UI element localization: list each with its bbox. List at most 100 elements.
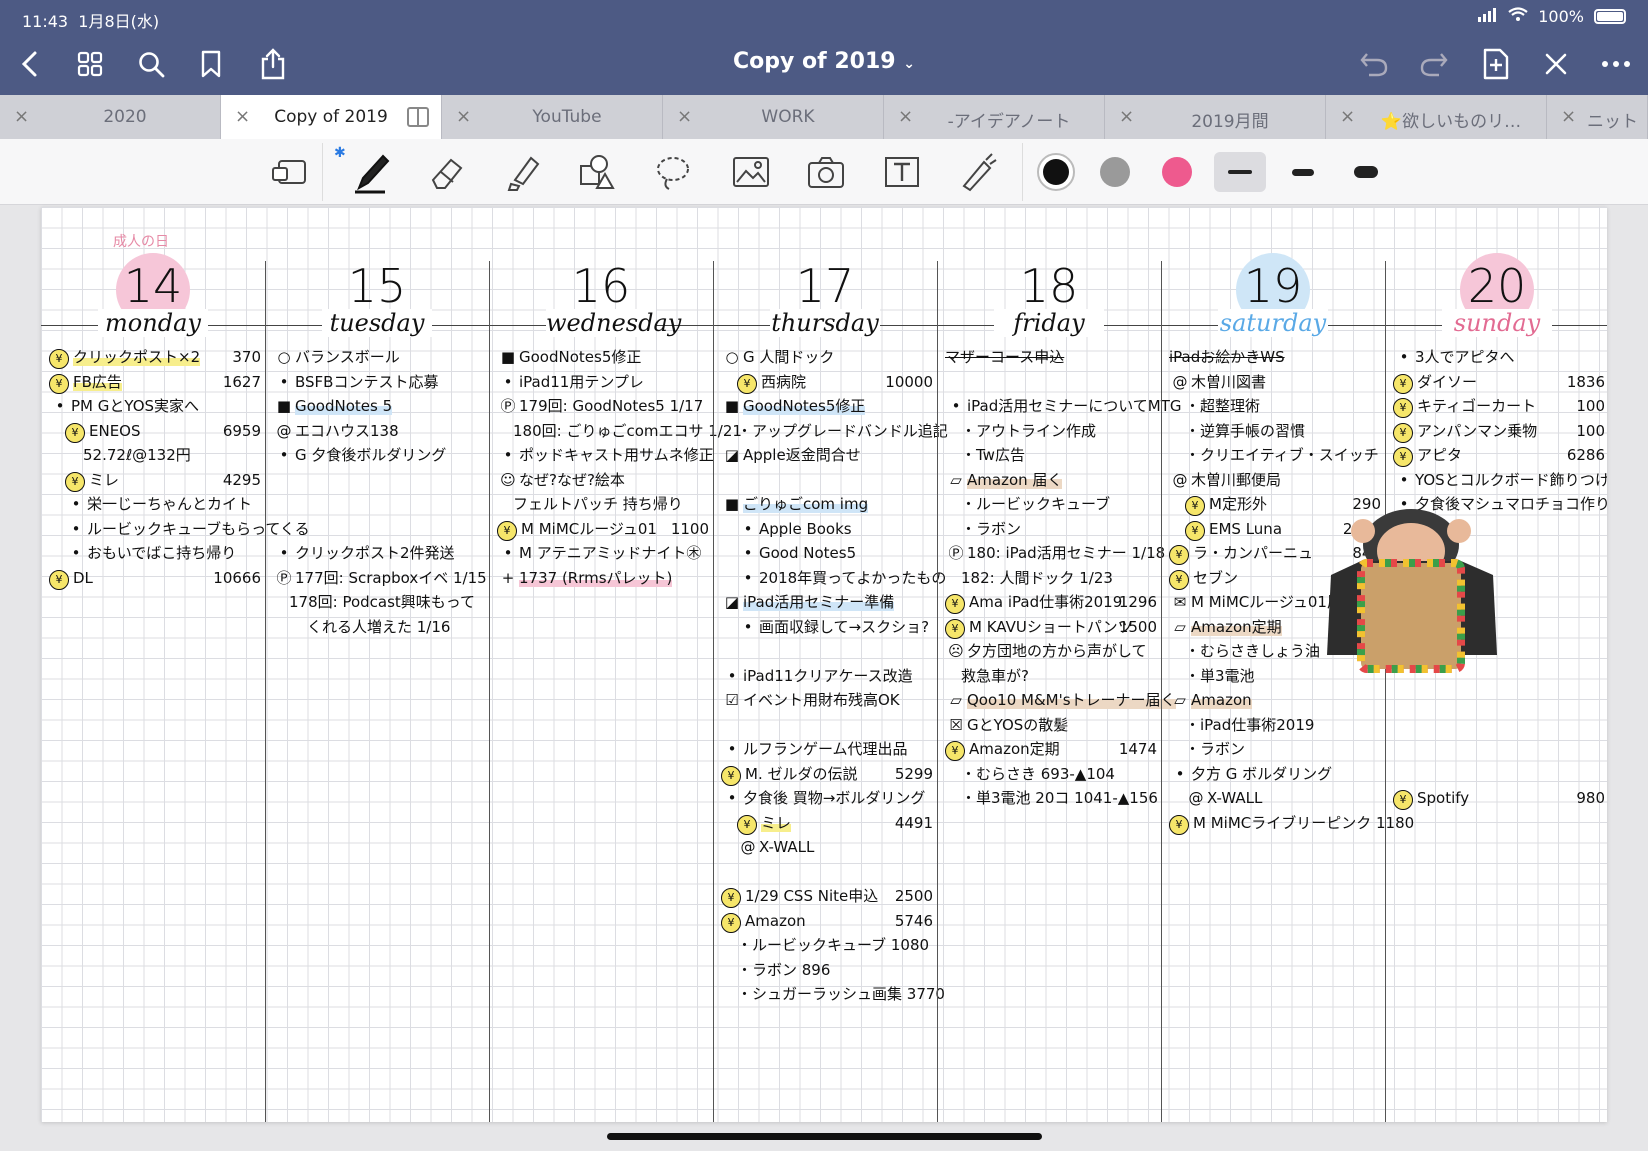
entry-text: Amazon定期 bbox=[969, 740, 1060, 758]
tab-youtube[interactable]: × YouTube bbox=[442, 95, 663, 139]
close-tab-icon[interactable]: × bbox=[456, 106, 471, 127]
split-view-icon[interactable] bbox=[407, 107, 429, 127]
entry-text: 177回: Scrapboxイベ 1/15 bbox=[295, 568, 487, 587]
entry-text: フェルトパッチ 持ち帰り bbox=[513, 495, 683, 513]
more-icon[interactable] bbox=[1598, 46, 1634, 82]
weekday-name: friday bbox=[994, 309, 1104, 337]
close-tab-icon[interactable]: × bbox=[14, 106, 29, 127]
journal-entry: ・ルービックキューブ bbox=[945, 492, 1157, 517]
yen-icon: ¥ bbox=[737, 814, 757, 835]
bullet-icon: • bbox=[71, 544, 81, 562]
entry-text: ミレ bbox=[761, 813, 792, 832]
document-title[interactable]: Copy of 2019 ⌄ bbox=[0, 49, 1648, 74]
journal-entry: ▱ Amazon bbox=[1169, 688, 1381, 713]
tab-2019-monthly[interactable]: × 2019月間 bbox=[1105, 95, 1326, 139]
lasso-icon[interactable] bbox=[650, 149, 696, 195]
entry-text: 179回: GoodNotes5 1/17 bbox=[519, 397, 704, 415]
entry-text: iPad活用セミナー準備 bbox=[743, 593, 895, 611]
journal-entry: ■ ごりゅごcom img bbox=[721, 492, 933, 517]
journal-entry bbox=[1393, 688, 1605, 713]
zoom-window-icon[interactable] bbox=[266, 149, 312, 195]
tool-bar: ✱ bbox=[0, 139, 1648, 205]
entry-text: M KAVUショートパンツ bbox=[969, 617, 1133, 636]
highlighter-icon[interactable] bbox=[498, 149, 544, 195]
close-tab-icon[interactable]: × bbox=[1561, 106, 1576, 127]
tab-work[interactable]: × WORK bbox=[663, 95, 884, 139]
bullet-icon: • bbox=[727, 789, 737, 807]
entry-text: ・シュガーラッシュ画集 3770 bbox=[737, 985, 945, 1003]
entry-amount: 4295 bbox=[222, 470, 261, 489]
journal-entry: • M アテニアミッドナイト㊍ bbox=[497, 541, 709, 566]
stroke-thick[interactable] bbox=[1340, 152, 1392, 192]
journal-entry: • Apple Books bbox=[721, 517, 933, 542]
journal-entry: ¥ FB広告 1627 bbox=[49, 370, 261, 395]
bullet-icon: ▱ bbox=[1174, 691, 1186, 709]
image-icon[interactable] bbox=[728, 149, 774, 195]
close-tab-icon[interactable]: × bbox=[1119, 106, 1134, 127]
color-pink[interactable] bbox=[1162, 157, 1192, 187]
entry-text: くれる人増えた 1/16 bbox=[307, 617, 451, 636]
color-black-selected[interactable] bbox=[1037, 153, 1075, 191]
journal-entry: ☑ イベント用財布残高OK bbox=[721, 688, 933, 713]
entry-text: 夕食後 買物→ボルダリング bbox=[743, 789, 926, 807]
journal-entry: ・アップグレードバンドル追記 bbox=[721, 419, 948, 444]
entry-amount: 4491 bbox=[894, 813, 933, 832]
close-tab-icon[interactable]: × bbox=[898, 106, 913, 127]
status-right: 100% bbox=[1478, 7, 1626, 26]
redo-icon[interactable] bbox=[1416, 46, 1452, 82]
laser-pointer-icon[interactable] bbox=[955, 149, 1001, 195]
pen-icon[interactable] bbox=[348, 149, 394, 195]
stroke-medium[interactable] bbox=[1277, 152, 1329, 192]
journal-entry: ◪ iPad活用セミナー準備 bbox=[721, 590, 933, 615]
bullet-icon: • bbox=[503, 544, 513, 562]
entry-text: 3人でアピタへ bbox=[1415, 348, 1515, 366]
eraser-icon[interactable] bbox=[424, 149, 470, 195]
yen-icon: ¥ bbox=[1393, 398, 1413, 418]
entry-text: iPad11用テンプレ bbox=[519, 372, 644, 391]
planner-page[interactable]: 成人の日 14 monday ¥ クリックポスト×2 370 ¥ FB広告 1627 • PM Gと… bbox=[41, 207, 1607, 1122]
day-column-thursday: 17 thursday ○ G 人間ドック ¥ 西病院 10000 ■ GoodNotes5修正… bbox=[713, 207, 948, 1122]
bullet-icon: • bbox=[727, 740, 737, 758]
entry-text: FB広告 bbox=[73, 372, 122, 391]
entry-text: ・ラボン bbox=[961, 519, 1022, 538]
camera-icon[interactable] bbox=[803, 149, 849, 195]
tab-knit[interactable]: × ニット bbox=[1547, 95, 1648, 139]
close-tab-icon[interactable]: × bbox=[1340, 106, 1355, 127]
stroke-thin-selected[interactable] bbox=[1214, 152, 1266, 192]
entry-text: 栄一じーちゃんとカイト bbox=[87, 495, 253, 513]
entry-text: GとYOSの散髪 bbox=[967, 715, 1069, 734]
add-page-icon[interactable] bbox=[1478, 46, 1514, 82]
entry-text: Apple返金問合せ bbox=[743, 446, 861, 464]
journal-entry: • 夕食後 買物→ボルダリング bbox=[721, 786, 933, 811]
entry-text: PM GとYOS実家へ bbox=[71, 397, 200, 415]
journal-entry: Ⓟ 180: iPad活用セミナー 1/18 bbox=[945, 541, 1165, 566]
weekday-name: tuesday bbox=[322, 309, 432, 337]
tab-idea-note[interactable]: × -アイデアノート bbox=[884, 95, 1105, 139]
color-gray[interactable] bbox=[1100, 157, 1130, 187]
journal-entry: Ⓟ 179回: GoodNotes5 1/17 bbox=[497, 394, 709, 419]
bullet-icon: ○ bbox=[277, 348, 291, 366]
journal-entry: ○ G 人間ドック bbox=[721, 345, 933, 370]
bullet-icon: ☹ bbox=[948, 642, 964, 660]
bullet-icon: • bbox=[503, 372, 513, 391]
tab-wishlist[interactable]: × ⭐欲しいものリ… bbox=[1326, 95, 1547, 139]
yen-icon: ¥ bbox=[721, 765, 741, 786]
undo-icon[interactable] bbox=[1356, 46, 1392, 82]
text-tool-icon[interactable] bbox=[879, 149, 925, 195]
close-tab-icon[interactable]: × bbox=[677, 106, 692, 127]
entry-text: M MiMCライブリーピンク 1180 bbox=[1193, 813, 1415, 832]
entry-text: 夕方団地の方から声がして bbox=[967, 642, 1147, 660]
journal-entry bbox=[721, 639, 933, 664]
entry-text: M. ゼルダの伝説 bbox=[745, 764, 858, 783]
weekday-name: thursday bbox=[770, 309, 880, 337]
bullet-icon: • bbox=[1399, 348, 1409, 366]
bullet-icon: ◪ bbox=[724, 593, 740, 611]
close-tab-icon[interactable]: × bbox=[235, 106, 250, 127]
tab-copy-of-2019[interactable]: × Copy of 2019 bbox=[221, 95, 442, 139]
close-editing-icon[interactable] bbox=[1538, 46, 1574, 82]
shapes-icon[interactable] bbox=[574, 149, 620, 195]
date-number: 19 bbox=[1243, 259, 1303, 313]
tab-2020[interactable]: × 2020 bbox=[0, 95, 221, 139]
entry-text: ・アップグレードバンドル追記 bbox=[737, 421, 948, 440]
journal-entry: • 画面収録して→スクショ? bbox=[721, 615, 933, 640]
